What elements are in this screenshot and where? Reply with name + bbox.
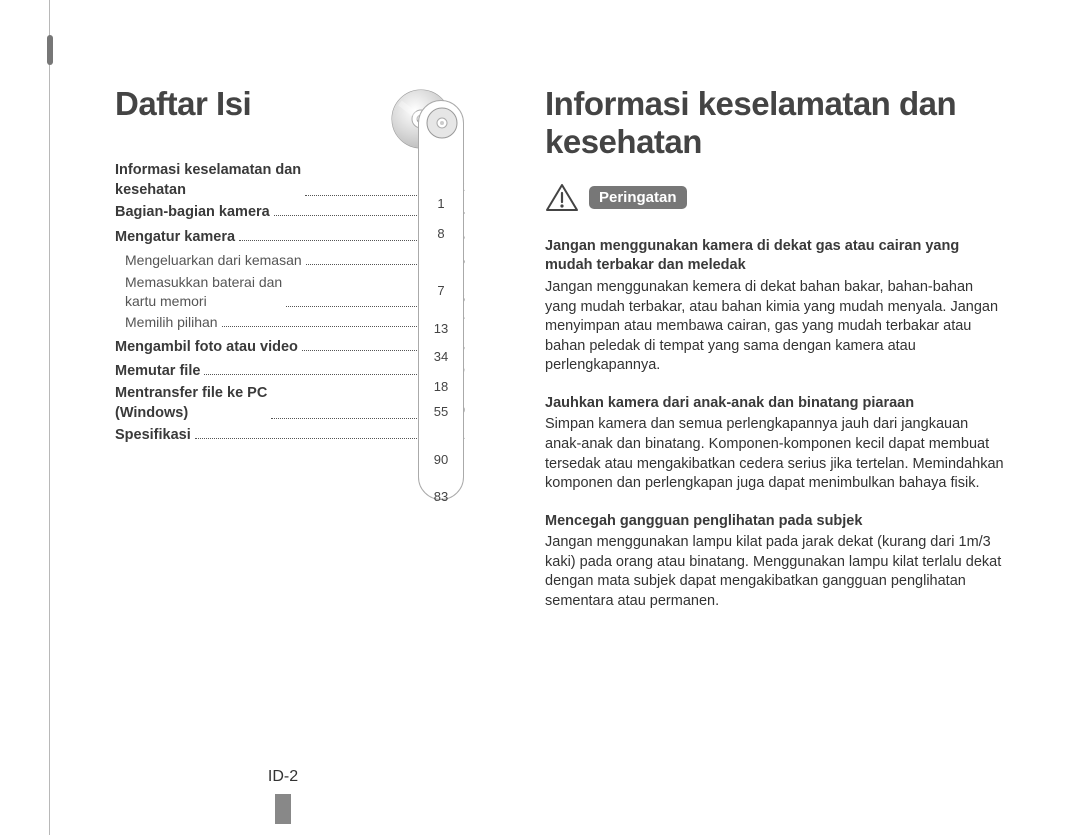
hit-count: 18 xyxy=(419,379,463,394)
safety-column: Informasi keselamatan dan kesehatan Peri… xyxy=(545,85,1005,629)
safety-section: Mencegah gangguan penglihatan pada subje… xyxy=(545,512,1005,612)
tab-thumb xyxy=(47,35,53,65)
toc-leader-dots xyxy=(271,418,441,419)
toc-item: Informasi keselamatan dan kesehatan2 xyxy=(115,161,465,200)
warning-header: Peringatan xyxy=(545,183,1005,213)
warning-badge: Peringatan xyxy=(589,186,687,209)
safety-section-body: Jangan menggunakan kemera di dekat bahan… xyxy=(545,278,1005,376)
safety-section-head: Jauhkan kamera dari anak-anak dan binata… xyxy=(545,394,1005,414)
hit-count: 55 xyxy=(419,404,463,419)
safety-section-body: Jangan menggunakan lampu kilat pada jara… xyxy=(545,533,1005,611)
toc-subitem: Memasukkan baterai dan kartu memori6 xyxy=(115,273,465,311)
disc-small-icon xyxy=(426,107,458,139)
safety-sections: Jangan menggunakan kamera di dekat gas a… xyxy=(545,237,1005,612)
toc-leader-dots xyxy=(222,326,441,327)
toc-list: Informasi keselamatan dan kesehatan2Bagi… xyxy=(115,161,465,448)
toc-item-label: Mengambil foto atau video xyxy=(115,335,298,360)
hit-bar: 187133418559083 xyxy=(418,100,464,500)
toc-leader-dots xyxy=(274,215,441,216)
toc-item-label: Bagian-bagian kamera xyxy=(115,200,270,225)
safety-section-body: Simpan kamera dan semua perlengkapannya … xyxy=(545,415,1005,493)
safety-section: Jangan menggunakan kamera di dekat gas a… xyxy=(545,237,1005,376)
left-scroll-indicator xyxy=(44,0,56,835)
toc-subitem: Memilih pilihan7 xyxy=(115,311,465,335)
hit-count: 1 xyxy=(419,196,463,211)
toc-item: Memutar file9 xyxy=(115,359,465,384)
toc-item-label: Memilih pilihan xyxy=(125,311,218,335)
safety-section-head: Jangan menggunakan kamera di dekat gas a… xyxy=(545,237,1005,276)
toc-subitem: Mengeluarkan dari kemasan5 xyxy=(115,249,465,273)
toc-item-label: Informasi keselamatan dan kesehatan xyxy=(115,161,301,200)
tab-line xyxy=(49,0,50,835)
toc-item-label: Mengatur kamera xyxy=(115,225,235,250)
toc-item: Mengatur kamera5 xyxy=(115,225,465,250)
page-number-bar xyxy=(275,794,291,824)
page-number: ID-2 xyxy=(258,768,308,786)
hit-count: 13 xyxy=(419,321,463,336)
safety-section-head: Mencegah gangguan penglihatan pada subje… xyxy=(545,512,1005,532)
toc-item: Mentransfer file ke PC (Windows)10 xyxy=(115,384,465,423)
toc-item-label: Mentransfer file ke PC (Windows) xyxy=(115,384,267,423)
safety-section: Jauhkan kamera dari anak-anak dan binata… xyxy=(545,394,1005,494)
hit-count: 34 xyxy=(419,349,463,364)
hit-count: 90 xyxy=(419,452,463,467)
toc-item: Bagian-bagian kamera4 xyxy=(115,200,465,225)
toc-leader-dots xyxy=(204,374,441,375)
hit-count: 8 xyxy=(419,226,463,241)
toc-item: Spesifikasi11 xyxy=(115,423,465,448)
manual-page: Daftar Isi Informasi keselamatan dan kes… xyxy=(0,0,1080,835)
toc-item-label: Memasukkan baterai dan kartu memori xyxy=(125,273,282,311)
warning-icon xyxy=(545,183,579,213)
toc-leader-dots xyxy=(239,240,441,241)
toc-item-label: Spesifikasi xyxy=(115,423,191,448)
toc-leader-dots xyxy=(195,438,441,439)
toc-item: Mengambil foto atau video8 xyxy=(115,335,465,360)
toc-item-label: Mengeluarkan dari kemasan xyxy=(125,249,302,273)
hit-count: 7 xyxy=(419,283,463,298)
safety-title: Informasi keselamatan dan kesehatan xyxy=(545,85,1005,161)
toc-item-label: Memutar file xyxy=(115,359,200,384)
hit-count: 83 xyxy=(419,489,463,504)
